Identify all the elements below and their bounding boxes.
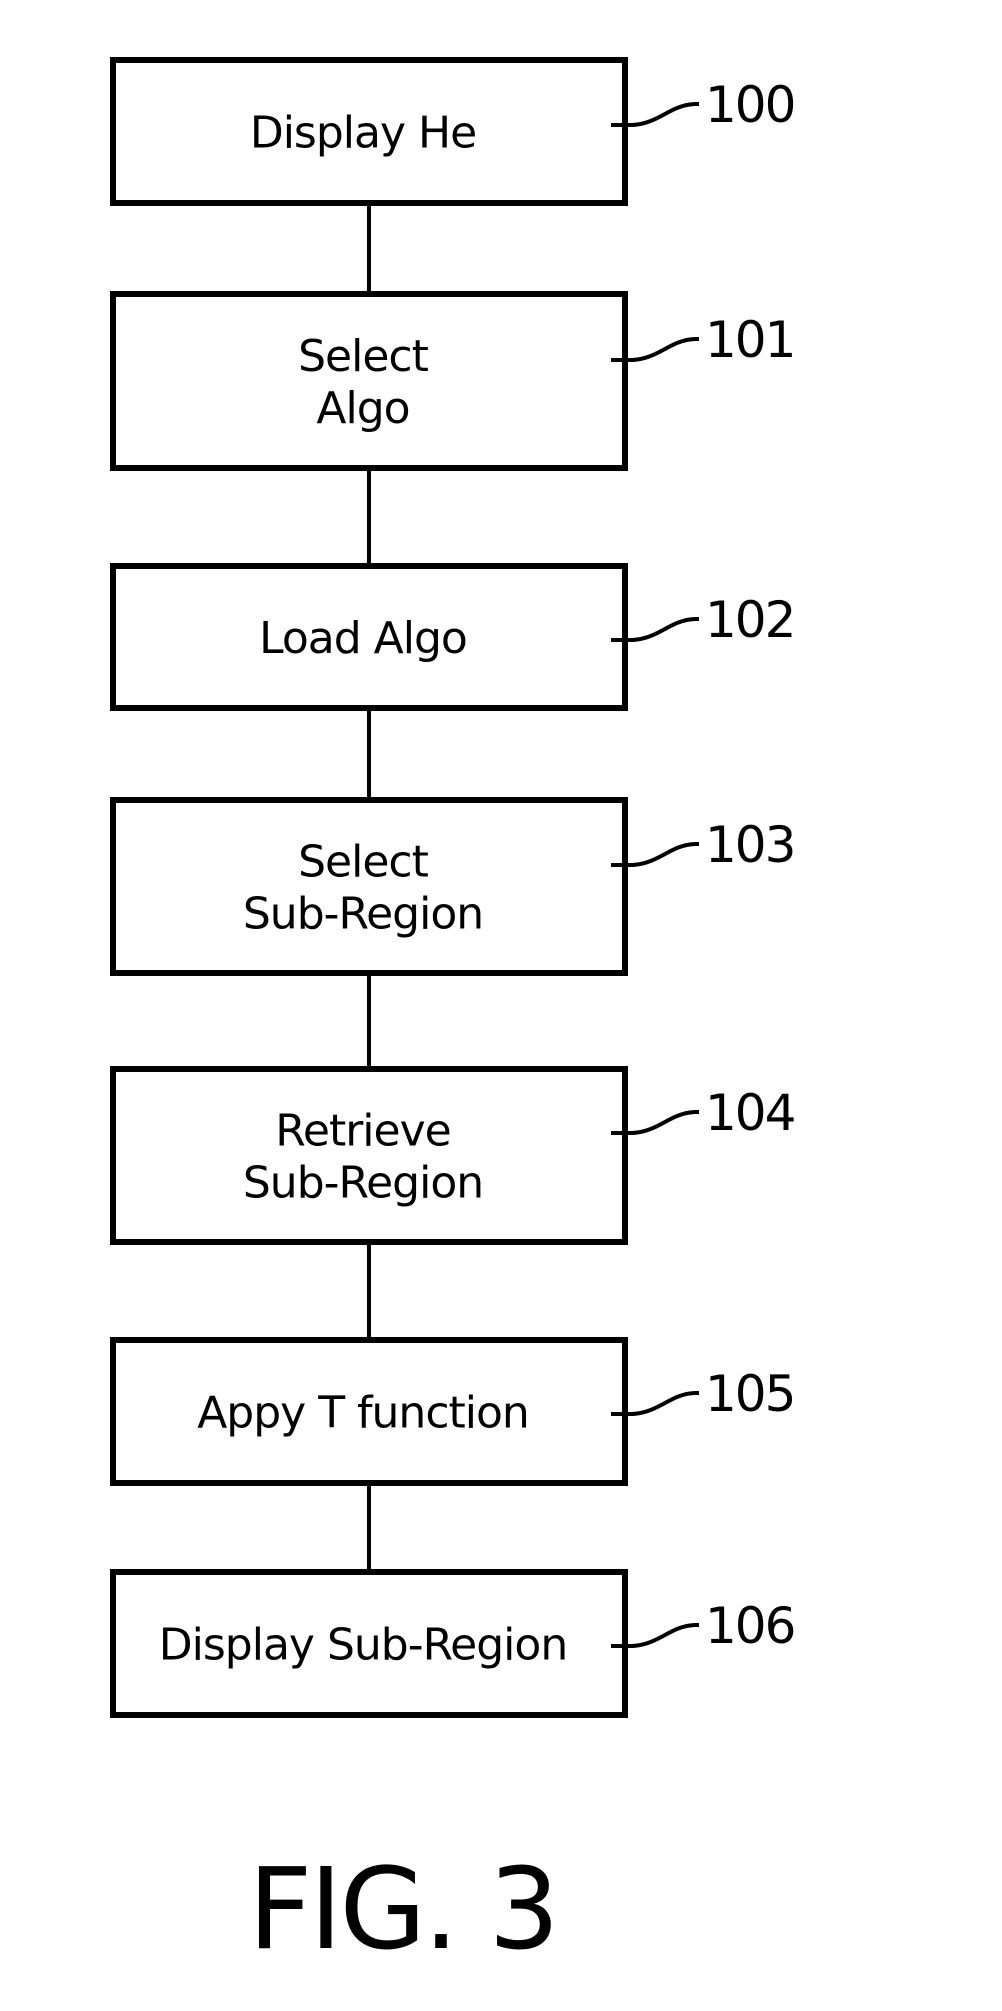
- flowchart-step-104: RetrieveSub-Region 104: [110, 1066, 796, 1245]
- flowchart-diagram: Display He 100SelectAlgo101Load Algo 102Se…: [110, 57, 796, 1975]
- flowchart-step-103: SelectSub-Region 103: [110, 797, 796, 976]
- step-label: Display He: [250, 108, 476, 159]
- step-label: Retrieve: [275, 1106, 450, 1157]
- reference-numeral: 101: [705, 311, 794, 369]
- reference-numeral: 105: [705, 1365, 794, 1423]
- flowchart-step-101: SelectAlgo 101: [110, 291, 796, 471]
- flowchart-step-106: Display Sub-Region 106: [110, 1569, 796, 1718]
- reference-numeral: 103: [705, 816, 794, 874]
- flowchart-step-100: Display He 100: [110, 57, 796, 206]
- reference-numeral: 102: [705, 591, 794, 649]
- step-label: Appy T function: [197, 1388, 529, 1439]
- step-label: Sub-Region: [243, 889, 483, 940]
- step-label: Algo: [316, 383, 409, 434]
- step-label: Display Sub-Region: [159, 1620, 567, 1671]
- reference-numeral: 100: [705, 76, 794, 134]
- flowchart-step-102: Load Algo 102: [110, 563, 796, 711]
- step-label: Sub-Region: [243, 1158, 483, 1209]
- reference-numeral: 106: [705, 1597, 794, 1655]
- flowchart-steps: Display He 100SelectAlgo101Load Algo 102Se…: [110, 57, 796, 1718]
- reference-numeral: 104: [705, 1084, 794, 1142]
- step-label: Load Algo: [259, 613, 467, 664]
- figure-caption: FIG. 3: [248, 1845, 557, 1975]
- step-label: Select: [298, 837, 428, 888]
- step-label: Select: [298, 331, 428, 382]
- flowchart-step-105: Appy T function 105: [110, 1337, 796, 1486]
